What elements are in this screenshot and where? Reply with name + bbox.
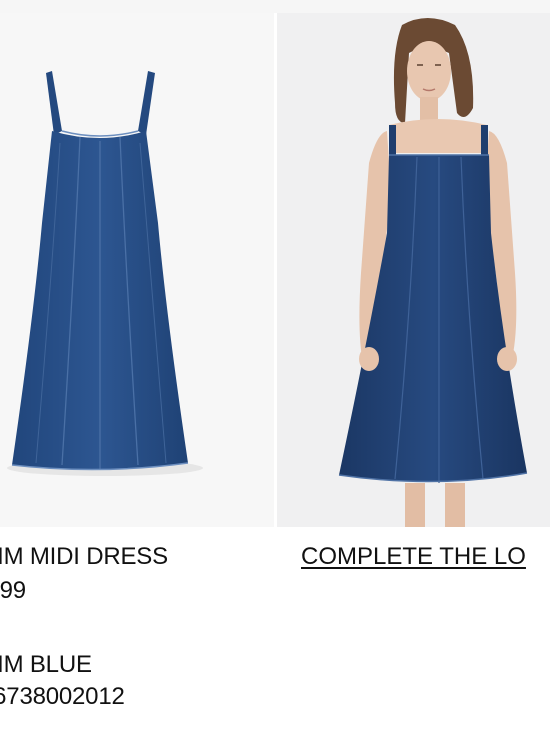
product-name: NIM MIDI DRESS [0,543,168,570]
top-strip [0,0,550,13]
product-image-model[interactable] [277,13,550,527]
product-gallery[interactable] [0,13,550,527]
product-page: NIM MIDI DRESS 4.99 L NIM BLUE 267380020… [0,0,550,733]
model-image [338,18,528,527]
product-sku: 26738002012 [0,683,125,710]
product-image-flatlay[interactable] [0,13,274,527]
product-price: 4.99 [0,577,26,604]
dress-image [7,71,203,476]
product-color: NIM BLUE [0,651,92,678]
complete-the-look-link[interactable]: COMPLETE THE LO [301,542,526,572]
